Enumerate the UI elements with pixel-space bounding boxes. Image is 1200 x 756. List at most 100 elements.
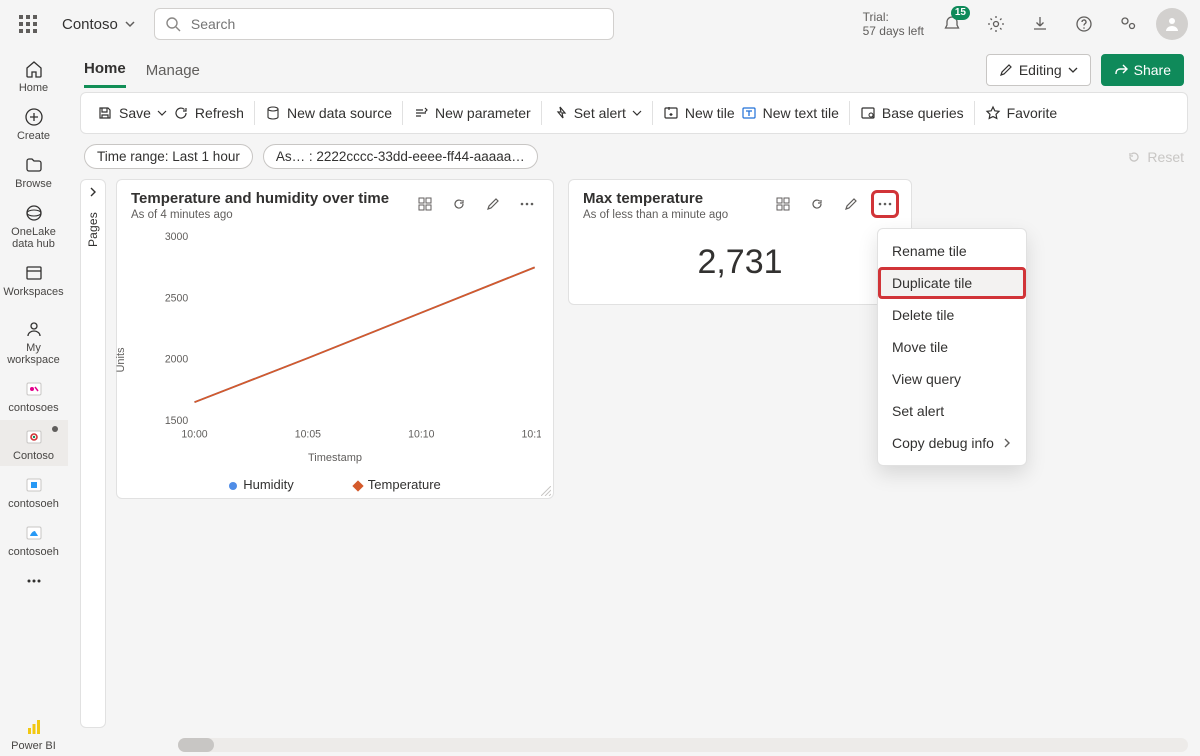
svg-text:2000: 2000 [165, 353, 188, 365]
new-data-source-button[interactable]: New data source [265, 105, 392, 121]
ctx-delete-tile[interactable]: Delete tile [878, 299, 1026, 331]
left-rail: Home Create Browse OneLake data hub Work… [0, 48, 68, 756]
search-input[interactable] [189, 15, 603, 33]
chevron-right-icon [87, 186, 99, 198]
tabs-row: Home Manage Editing Share [68, 48, 1200, 92]
help-icon[interactable] [1068, 8, 1100, 40]
download-icon[interactable] [1024, 8, 1056, 40]
refresh-button[interactable]: Refresh [173, 105, 244, 121]
tile-chart-sub: As of 4 minutes ago [131, 209, 389, 221]
chart-xlabel: Timestamp [117, 452, 553, 464]
resize-handle-icon[interactable] [541, 486, 551, 496]
new-text-tile-button[interactable]: New text tile [741, 105, 839, 121]
avatar[interactable] [1156, 8, 1188, 40]
editing-button[interactable]: Editing [986, 54, 1091, 86]
tile-chart-title: Temperature and humidity over time [131, 190, 389, 207]
rail-item-contosoeh-2[interactable]: contosoeh [0, 516, 68, 562]
feedback-icon[interactable] [1112, 8, 1144, 40]
tile-maxtemp-sub: As of less than a minute ago [583, 209, 728, 221]
rail-item-my-workspace[interactable]: My workspace [0, 312, 68, 370]
toolbar: Save Refresh New data source N [80, 92, 1188, 134]
share-icon [1114, 63, 1128, 77]
chips-row: Time range: Last 1 hour As… : 2222cccc-3… [68, 134, 1200, 179]
tile-icon [663, 105, 679, 121]
ctx-move-tile[interactable]: Move tile [878, 331, 1026, 363]
rail-item-more[interactable] [0, 564, 68, 596]
ctx-duplicate-tile[interactable]: Duplicate tile [878, 267, 1026, 299]
rail-item-contoso[interactable]: Contoso [0, 420, 68, 466]
svg-text:3000: 3000 [165, 231, 188, 243]
rail-item-create[interactable]: Create [0, 100, 68, 146]
tile-max-temperature: Max temperature As of less than a minute… [568, 179, 912, 305]
save-button[interactable]: Save [97, 105, 167, 121]
ctx-view-query[interactable]: View query [878, 363, 1026, 395]
rail-item-workspaces[interactable]: Workspaces [0, 256, 68, 302]
tile-maxtemp-value: 2,731 [569, 221, 911, 304]
svg-text:10:15: 10:15 [522, 428, 541, 440]
favorite-button[interactable]: Favorite [985, 105, 1058, 121]
base-queries-button[interactable]: Base queries [860, 105, 964, 121]
pages-rail[interactable]: Pages [80, 179, 106, 728]
param-chip[interactable]: As… : 2222cccc-33dd-eeee-ff44-aaaaa… [263, 144, 538, 169]
database-icon [265, 105, 281, 121]
tab-manage[interactable]: Manage [146, 54, 200, 87]
main: Home Manage Editing Share Save [68, 48, 1200, 756]
new-parameter-button[interactable]: New parameter [413, 105, 531, 121]
tab-home[interactable]: Home [84, 52, 126, 88]
rail-item-browse[interactable]: Browse [0, 148, 68, 194]
set-alert-button[interactable]: Set alert [552, 105, 642, 121]
tile-edit-icon[interactable] [837, 190, 865, 218]
rail-item-contosoeh-1[interactable]: contosoeh [0, 468, 68, 514]
svg-text:2500: 2500 [165, 292, 188, 304]
reset-icon [1127, 150, 1141, 164]
chart-svg: 150020002500300010:0010:0510:1010:15 [163, 231, 541, 444]
share-button[interactable]: Share [1101, 54, 1184, 86]
svg-text:10:05: 10:05 [295, 428, 321, 440]
canvas: Temperature and humidity over time As of… [106, 179, 1200, 738]
refresh-icon [173, 105, 189, 121]
svg-text:10:00: 10:00 [181, 428, 207, 440]
app-launcher-icon[interactable] [12, 8, 44, 40]
pages-label: Pages [86, 212, 100, 247]
rail-item-powerbi[interactable]: Power BI [0, 710, 68, 756]
unsaved-dot-icon [52, 426, 58, 432]
tile-more-icon[interactable] [871, 190, 899, 218]
tile-explore-icon[interactable] [769, 190, 797, 218]
search-box[interactable] [154, 8, 614, 40]
time-range-chip[interactable]: Time range: Last 1 hour [84, 144, 253, 169]
tile-more-icon[interactable] [513, 190, 541, 218]
notifications-icon[interactable]: 15 [936, 8, 968, 40]
notifications-badge: 15 [951, 6, 970, 20]
reset-button[interactable]: Reset [1127, 149, 1184, 165]
tile-maxtemp-title: Max temperature [583, 190, 728, 207]
chevron-down-icon [157, 108, 167, 118]
workspace-switcher[interactable]: Contoso [56, 12, 142, 37]
parameter-icon [413, 105, 429, 121]
star-icon [985, 105, 1001, 121]
tile-edit-icon[interactable] [479, 190, 507, 218]
text-tile-icon [741, 105, 757, 121]
tile-chart: Temperature and humidity over time As of… [116, 179, 554, 499]
top-bar: Contoso Trial: 57 days left 15 [0, 0, 1200, 48]
tile-refresh-icon[interactable] [803, 190, 831, 218]
queries-icon [860, 105, 876, 121]
rail-item-contosoes[interactable]: contosoes [0, 372, 68, 418]
scrollbar-thumb[interactable] [178, 738, 214, 752]
ctx-set-alert[interactable]: Set alert [878, 395, 1026, 427]
rail-item-onelake[interactable]: OneLake data hub [0, 196, 68, 254]
chevron-down-icon [1068, 65, 1078, 75]
pencil-icon [999, 63, 1013, 77]
new-tile-button[interactable]: New tile [663, 105, 735, 121]
trial-status: Trial: 57 days left [863, 10, 924, 38]
svg-text:1500: 1500 [165, 415, 188, 427]
settings-icon[interactable] [980, 8, 1012, 40]
rail-item-home[interactable]: Home [0, 52, 68, 98]
search-icon [165, 16, 181, 32]
tile-explore-icon[interactable] [411, 190, 439, 218]
horizontal-scrollbar[interactable] [178, 738, 1188, 752]
ctx-copy-debug[interactable]: Copy debug info [878, 427, 1026, 459]
workspace-name: Contoso [62, 16, 118, 33]
tile-refresh-icon[interactable] [445, 190, 473, 218]
tile-context-menu: Rename tile Duplicate tile Delete tile M… [877, 228, 1027, 466]
ctx-rename-tile[interactable]: Rename tile [878, 235, 1026, 267]
